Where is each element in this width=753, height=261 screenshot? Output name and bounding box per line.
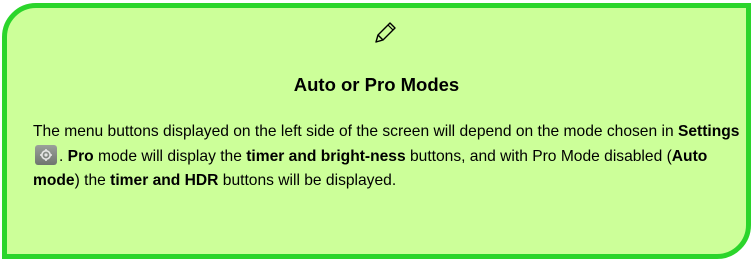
timer-brightness-label: timer and bright-ness xyxy=(246,147,406,165)
body-text: buttons, and with Pro Mode disabled ( xyxy=(405,147,672,165)
pencil-icon xyxy=(373,21,397,45)
note-body: The menu buttons displayed on the left s… xyxy=(33,120,743,194)
body-text: The menu buttons displayed on the left s… xyxy=(33,123,678,140)
note-title: Auto or Pro Modes xyxy=(293,74,460,95)
body-text: mode will display the xyxy=(93,147,247,165)
settings-label: Settings xyxy=(677,123,740,140)
pro-label: Pro xyxy=(67,147,94,165)
timer-hdr-label: timer and HDR xyxy=(110,172,219,189)
body-text: buttons will be displayed. xyxy=(218,172,397,189)
gear-icon xyxy=(35,144,57,165)
body-text: ) the xyxy=(74,172,111,189)
body-text: . xyxy=(59,147,68,165)
